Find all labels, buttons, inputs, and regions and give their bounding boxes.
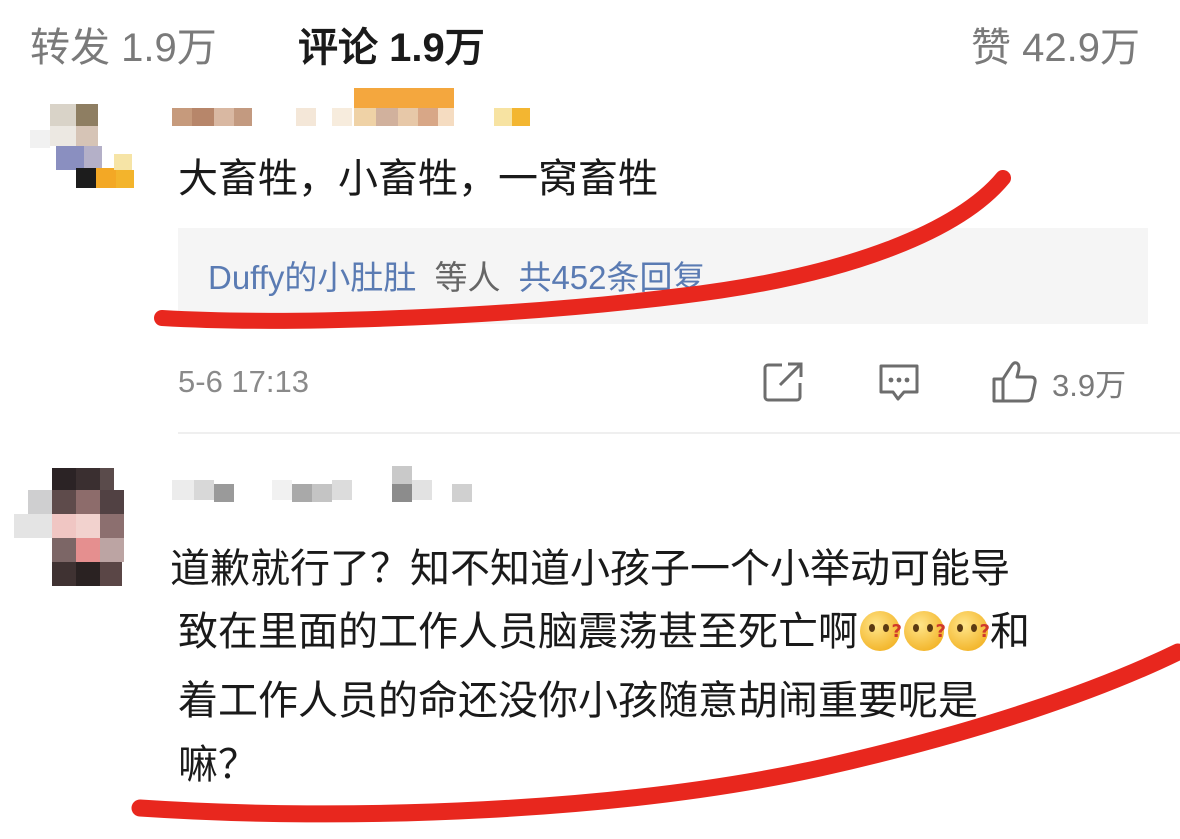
username[interactable] — [172, 88, 542, 128]
comment-line: 道歉就行了？知不知道小孩子一个小举动可能导 — [170, 547, 1010, 591]
avatar[interactable] — [20, 100, 140, 200]
comment-line: 着工作人员的命还没你小孩随意胡闹重要呢是 — [178, 679, 978, 723]
thumbs-up-icon — [992, 361, 1037, 403]
tab-repost[interactable]: 转发 1.9万 — [30, 24, 217, 72]
thinking-emoji — [904, 603, 946, 661]
divider — [178, 432, 1180, 434]
like-button[interactable]: 3.9万 — [990, 356, 1126, 408]
reply-preview[interactable]: Duffy的小肚肚 等人 共452条回复 — [178, 228, 1148, 324]
reply-summary[interactable]: Duffy的小肚肚 等人 共452条回复 — [208, 256, 706, 300]
comment-text: 大畜牲，小畜牲，一窝畜牲 — [178, 157, 658, 201]
reply-username[interactable]: Duffy的小肚肚 — [208, 259, 416, 296]
tab-likes[interactable]: 赞 42.9万 — [971, 24, 1140, 72]
username[interactable] — [172, 466, 482, 506]
reply-suffix: 等人 — [434, 259, 501, 296]
comment-line-text: 和 — [990, 610, 1030, 654]
reply-count[interactable]: 共452条回复 — [518, 259, 705, 296]
avatar[interactable] — [14, 466, 138, 590]
comment-line: 致在里面的工作人员脑震荡甚至死亡啊 和 — [178, 603, 1030, 661]
comment-button[interactable] — [876, 356, 922, 408]
share-button[interactable] — [760, 356, 806, 408]
comment-line-text: 致在里面的工作人员脑震荡甚至死亡啊 — [178, 610, 858, 654]
comment-icon — [879, 364, 919, 401]
tab-comments[interactable]: 评论 1.9万 — [298, 24, 485, 72]
comment-line: 嘛？ — [178, 743, 258, 787]
tab-bar: 转发 1.9万 评论 1.9万 赞 42.9万 — [0, 0, 1180, 96]
thinking-emoji — [948, 603, 990, 661]
comment-timestamp: 5-6 17:13 — [178, 364, 309, 399]
share-icon — [763, 362, 803, 402]
like-count: 3.9万 — [1052, 367, 1127, 403]
thinking-emoji — [860, 603, 902, 661]
